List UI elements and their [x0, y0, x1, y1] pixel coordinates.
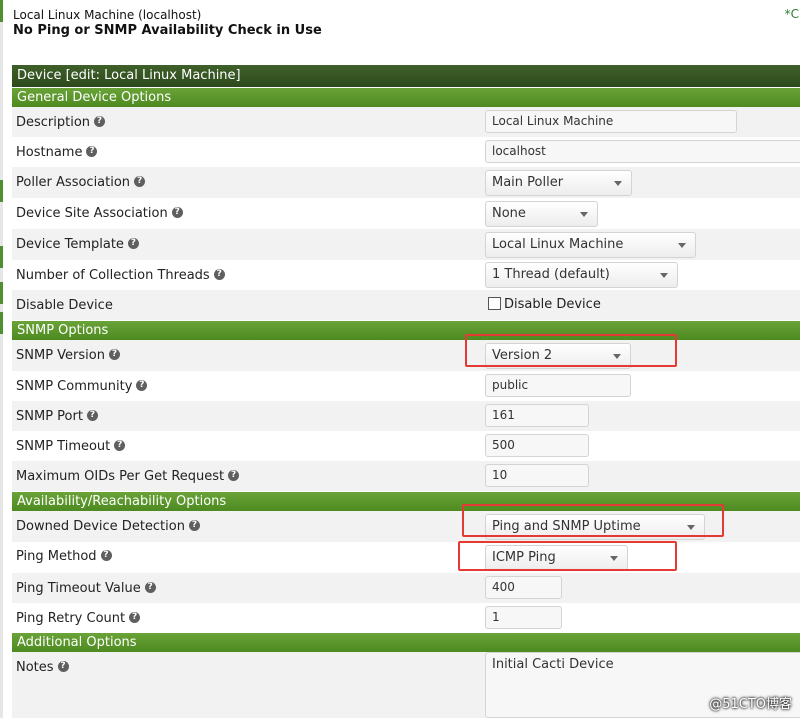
- snmp-version-label: SNMP Version?: [16, 348, 120, 363]
- row-snmp-port: SNMP Port? 161: [12, 401, 800, 431]
- row-site: Device Site Association? None: [12, 198, 800, 229]
- description-label: Description?: [16, 115, 106, 130]
- snmp-version-select[interactable]: Version 2: [485, 343, 631, 369]
- threads-label: Number of Collection Threads?: [16, 268, 225, 283]
- section-additional: Additional Options: [12, 633, 800, 652]
- device-header: Local Linux Machine (localhost) No Ping …: [12, 6, 799, 58]
- section-general: General Device Options: [12, 88, 800, 107]
- section-availability: Availability/Reachability Options: [12, 492, 800, 511]
- device-edit-title-bar: Device [edit: Local Linux Machine]: [12, 65, 800, 87]
- threads-select[interactable]: 1 Thread (default): [485, 262, 678, 288]
- downed-detection-label: Downed Device Detection?: [16, 519, 200, 534]
- row-snmp-community: SNMP Community? public: [12, 371, 800, 401]
- snmp-community-label: SNMP Community?: [16, 379, 148, 394]
- row-threads: Number of Collection Threads? 1 Thread (…: [12, 260, 800, 290]
- template-select[interactable]: Local Linux Machine: [485, 232, 696, 258]
- snmp-timeout-label: SNMP Timeout?: [16, 439, 126, 454]
- row-max-oids: Maximum OIDs Per Get Request? 10: [12, 461, 800, 491]
- left-edge-tick: [0, 180, 3, 202]
- ping-retry-label: Ping Retry Count?: [16, 611, 141, 626]
- help-icon[interactable]: ?: [127, 238, 139, 249]
- site-select[interactable]: None: [485, 201, 598, 227]
- snmp-community-input[interactable]: public: [485, 374, 631, 397]
- help-icon[interactable]: ?: [134, 176, 146, 187]
- max-oids-input[interactable]: 10: [485, 464, 589, 487]
- ping-method-select[interactable]: ICMP Ping: [485, 545, 628, 571]
- left-edge-tick: [0, 282, 3, 304]
- template-label: Device Template?: [16, 237, 139, 252]
- row-snmp-version: SNMP Version? Version 2: [12, 340, 800, 371]
- row-ping-timeout: Ping Timeout Value? 400: [12, 573, 800, 603]
- help-icon[interactable]: ?: [94, 116, 106, 127]
- help-icon[interactable]: ?: [57, 661, 69, 672]
- chevron-down-icon: [687, 525, 695, 530]
- chevron-down-icon: [580, 212, 588, 217]
- row-template: Device Template? Local Linux Machine: [12, 229, 800, 260]
- help-icon[interactable]: ?: [144, 582, 156, 593]
- help-icon[interactable]: ?: [86, 410, 98, 421]
- help-icon[interactable]: ?: [188, 520, 200, 531]
- max-oids-label: Maximum OIDs Per Get Request?: [16, 469, 240, 484]
- row-notes: Notes? Initial Cacti Device: [12, 652, 800, 718]
- disable-device-checkbox[interactable]: [488, 297, 501, 310]
- row-disable: Disable Device Disable Device: [12, 290, 800, 320]
- help-icon[interactable]: ?: [136, 380, 148, 391]
- help-icon[interactable]: ?: [228, 470, 240, 481]
- ping-timeout-label: Ping Timeout Value?: [16, 581, 156, 596]
- left-edge-tick: [0, 312, 3, 334]
- row-description: Description? Local Linux Machine: [12, 107, 800, 137]
- left-edge-tick: [0, 0, 3, 22]
- header-right-note: *C: [784, 7, 799, 21]
- row-ping-retry: Ping Retry Count? 1: [12, 603, 800, 633]
- notes-label: Notes?: [16, 660, 69, 675]
- row-hostname: Hostname? localhost: [12, 137, 800, 167]
- poller-select[interactable]: Main Poller: [485, 170, 632, 196]
- ping-method-label: Ping Method?: [16, 549, 112, 564]
- poller-label: Poller Association?: [16, 175, 146, 190]
- help-icon[interactable]: ?: [171, 207, 183, 218]
- chevron-down-icon: [610, 556, 618, 561]
- snmp-timeout-input[interactable]: 500: [485, 434, 589, 457]
- row-downed-detection: Downed Device Detection? Ping and SNMP U…: [12, 511, 800, 542]
- row-snmp-timeout: SNMP Timeout? 500: [12, 431, 800, 461]
- chevron-down-icon: [614, 181, 622, 186]
- help-icon[interactable]: ?: [213, 269, 225, 280]
- device-title: Local Linux Machine (localhost): [13, 8, 202, 22]
- section-snmp: SNMP Options: [12, 321, 800, 340]
- availability-status: No Ping or SNMP Availability Check in Us…: [13, 23, 322, 38]
- disable-label: Disable Device: [16, 298, 113, 313]
- help-icon[interactable]: ?: [86, 146, 98, 157]
- watermark: @51CTO博客: [709, 697, 792, 712]
- hostname-input[interactable]: localhost: [485, 140, 800, 163]
- row-poller: Poller Association? Main Poller: [12, 167, 800, 198]
- left-edge-tick: [0, 246, 3, 268]
- ping-timeout-input[interactable]: 400: [485, 576, 562, 599]
- snmp-port-input[interactable]: 161: [485, 404, 589, 427]
- hostname-label: Hostname?: [16, 145, 98, 160]
- chevron-down-icon: [660, 273, 668, 278]
- row-ping-method: Ping Method? ICMP Ping: [12, 542, 800, 573]
- left-edge: [0, 0, 3, 718]
- chevron-down-icon: [678, 243, 686, 248]
- description-input[interactable]: Local Linux Machine: [485, 110, 737, 133]
- snmp-port-label: SNMP Port?: [16, 409, 98, 424]
- help-icon[interactable]: ?: [129, 612, 141, 623]
- chevron-down-icon: [613, 354, 621, 359]
- help-icon[interactable]: ?: [108, 349, 120, 360]
- downed-detection-select[interactable]: Ping and SNMP Uptime: [485, 514, 705, 540]
- site-label: Device Site Association?: [16, 206, 183, 221]
- ping-retry-input[interactable]: 1: [485, 606, 562, 629]
- help-icon[interactable]: ?: [100, 550, 112, 561]
- disable-device-checkbox-wrap[interactable]: Disable Device: [488, 297, 601, 312]
- help-icon[interactable]: ?: [114, 440, 126, 451]
